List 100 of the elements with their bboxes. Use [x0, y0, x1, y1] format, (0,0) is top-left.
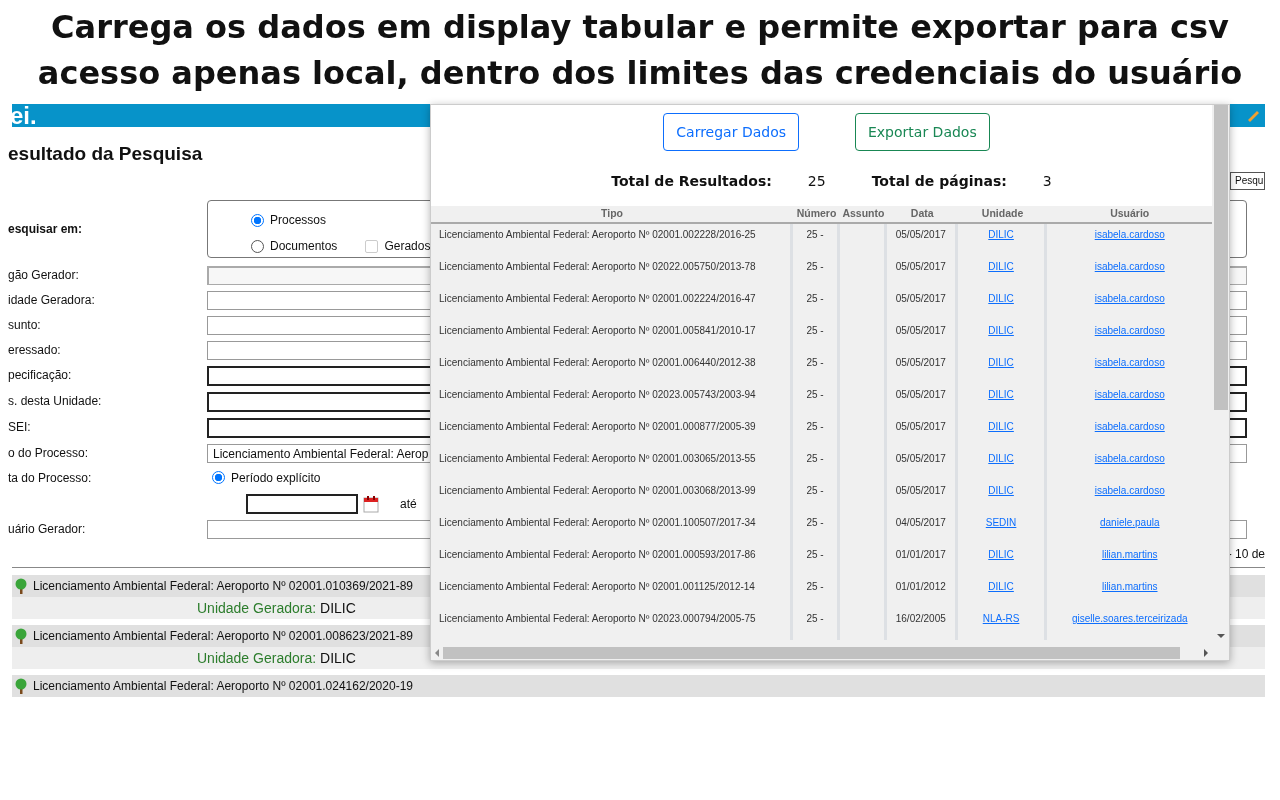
table-cell: Licenciamento Ambiental Federal: Aeroporto Nº 02001.006440/2012-38: [431, 352, 794, 384]
table-cell: Licenciamento Ambiental Federal: Aeroporto Nº 02001.002228/2016-25: [431, 224, 794, 256]
total-label: Total de Resultados:: [611, 171, 772, 191]
tree-icon: [13, 578, 29, 594]
table-cell: 25 -: [793, 352, 840, 384]
user-link[interactable]: isabela.cardoso: [1094, 325, 1165, 336]
user-link[interactable]: isabela.cardoso: [1094, 453, 1165, 464]
user-link[interactable]: isabela.cardoso: [1094, 421, 1165, 432]
table-cell: 25 -: [793, 384, 840, 416]
column-header: Assunto: [841, 206, 886, 222]
unit-link[interactable]: DILIC: [988, 357, 1014, 368]
until-label: até: [400, 496, 417, 513]
result-title[interactable]: Licenciamento Ambiental Federal: Aeroporto Nº 02001.024162/2020-19: [33, 677, 413, 695]
table-cell: Licenciamento Ambiental Federal: Aeroporto Nº 02023.000794/2005-75: [431, 608, 794, 640]
radio-button[interactable]: [251, 213, 264, 227]
table-cell: 05/05/2017: [886, 416, 958, 448]
field-label: s. desta Unidade:: [8, 393, 103, 410]
table-cell: 01/01/2012: [886, 576, 958, 608]
horizontal-scrollbar[interactable]: [431, 645, 1212, 660]
total-value: 25: [807, 171, 826, 191]
pagination-text: - 10 de: [1227, 546, 1265, 563]
radio-label: Período explícito: [231, 469, 321, 487]
user-link[interactable]: lilian.martins: [1101, 581, 1158, 592]
radio-label: Documentos: [270, 238, 338, 255]
column-header: Data: [909, 206, 935, 222]
column-header: Número: [795, 206, 838, 222]
unit-value: DILIC: [320, 598, 356, 618]
table-cell: 25 -: [793, 480, 840, 512]
table-cell: Licenciamento Ambiental Federal: Aeroporto Nº 02001.003068/2013-99: [431, 480, 794, 512]
table-cell: 16/02/2005: [886, 608, 958, 640]
field-label: ta do Processo:: [8, 470, 93, 487]
table-cell: Licenciamento Ambiental Federal: Aeroporto Nº 02001.002224/2016-47: [431, 288, 794, 320]
field-label: gão Gerador:: [8, 267, 80, 284]
table-cell: 25 -: [793, 256, 840, 288]
table-cell: 25 -: [793, 288, 840, 320]
field-label: uário Gerador:: [8, 521, 87, 538]
table-cell: 01/01/2017: [886, 544, 958, 576]
user-link[interactable]: isabela.cardoso: [1094, 357, 1165, 368]
unit-value: DILIC: [320, 648, 356, 668]
radio-button[interactable]: [251, 239, 264, 253]
load-button[interactable]: Carregar Dados: [663, 113, 799, 151]
table-cell: Licenciamento Ambiental Federal: Aeroporto Nº 02023.005743/2003-94: [431, 384, 794, 416]
table-cell: Licenciamento Ambiental Federal: Aeroporto Nº 02001.003065/2013-55: [431, 448, 794, 480]
export-button[interactable]: Exportar Dados: [855, 113, 990, 151]
unit-link[interactable]: NLA-RS: [982, 613, 1020, 624]
radio-button[interactable]: [212, 471, 225, 484]
table-cell: 25 -: [793, 320, 840, 352]
total-label: Total de páginas:: [871, 171, 1007, 191]
unit-link[interactable]: DILIC: [988, 549, 1014, 560]
field-label: eressado:: [8, 342, 62, 359]
unit-link[interactable]: DILIC: [988, 485, 1014, 496]
unit-link[interactable]: DILIC: [988, 261, 1014, 272]
user-link[interactable]: isabela.cardoso: [1094, 485, 1165, 496]
unit-link[interactable]: DILIC: [988, 293, 1014, 304]
field-label: esquisar em:: [8, 221, 84, 238]
unit-link[interactable]: DILIC: [988, 325, 1014, 336]
banner-heading: acesso apenas local, dentro dos limites das credenciais do usuário: [37, 53, 1243, 94]
tree-icon: [13, 678, 29, 694]
date-field[interactable]: [246, 494, 358, 514]
user-link[interactable]: isabela.cardoso: [1094, 389, 1165, 400]
table-cell: Licenciamento Ambiental Federal: Aeroporto Nº 02001.000593/2017-86: [431, 544, 794, 576]
unit-link[interactable]: SEDIN: [985, 517, 1017, 528]
table-cell: Licenciamento Ambiental Federal: Aeroporto Nº 02001.100507/2017-34: [431, 512, 794, 544]
unit-label: Unidade Geradora:: [197, 648, 317, 668]
page-title: esultado da Pesquisa: [8, 142, 203, 166]
vertical-scrollbar[interactable]: [1212, 105, 1229, 660]
banner-heading: Carrega os dados em display tabular e permite exportar para csv: [51, 7, 1229, 48]
user-link[interactable]: isabela.cardoso: [1094, 293, 1165, 304]
unit-link[interactable]: DILIC: [988, 389, 1014, 400]
field-label: pecificação:: [8, 367, 73, 384]
logo: ei.: [10, 105, 37, 127]
table-cell: 25 -: [793, 416, 840, 448]
total-value: 3: [1042, 171, 1052, 191]
table-cell: Licenciamento Ambiental Federal: Aeroporto Nº 02001.001125/2012-14: [431, 576, 794, 608]
table-cell: Licenciamento Ambiental Federal: Aeroporto Nº 02001.000877/2005-39: [431, 416, 794, 448]
result-title[interactable]: Licenciamento Ambiental Federal: Aeroporto Nº 02001.010369/2021-89: [33, 577, 413, 595]
field-label: idade Geradora:: [8, 292, 96, 309]
user-link[interactable]: daniele.paula: [1100, 517, 1160, 528]
user-link[interactable]: isabela.cardoso: [1094, 229, 1165, 240]
user-link[interactable]: giselle.soares.terceirizada: [1071, 613, 1188, 624]
result-title[interactable]: Licenciamento Ambiental Federal: Aeroporto Nº 02001.008623/2021-89: [33, 627, 413, 645]
table-cell: 25 -: [793, 512, 840, 544]
unit-link[interactable]: DILIC: [988, 581, 1014, 592]
column-header: Tipo: [600, 206, 625, 222]
user-link[interactable]: lilian.martins: [1101, 549, 1158, 560]
unit-link[interactable]: DILIC: [988, 453, 1014, 464]
table-cell: 05/05/2017: [886, 320, 958, 352]
checkbox[interactable]: [365, 239, 379, 253]
table-cell: 05/05/2017: [886, 224, 958, 256]
user-link[interactable]: isabela.cardoso: [1094, 261, 1165, 272]
table-cell: Licenciamento Ambiental Federal: Aeroporto Nº 02022.005750/2013-78: [431, 256, 794, 288]
search-button[interactable]: Pesqu: [1230, 172, 1265, 190]
table-cell: 05/05/2017: [886, 384, 958, 416]
column-header: Usuário: [1109, 206, 1151, 222]
unit-link[interactable]: DILIC: [988, 421, 1014, 432]
table-cell: 05/05/2017: [886, 288, 958, 320]
column-header: Unidade: [980, 206, 1025, 222]
unit-link[interactable]: DILIC: [988, 229, 1014, 240]
checkbox-label: Gerados: [384, 238, 431, 255]
radio-label: Processos: [270, 212, 327, 229]
